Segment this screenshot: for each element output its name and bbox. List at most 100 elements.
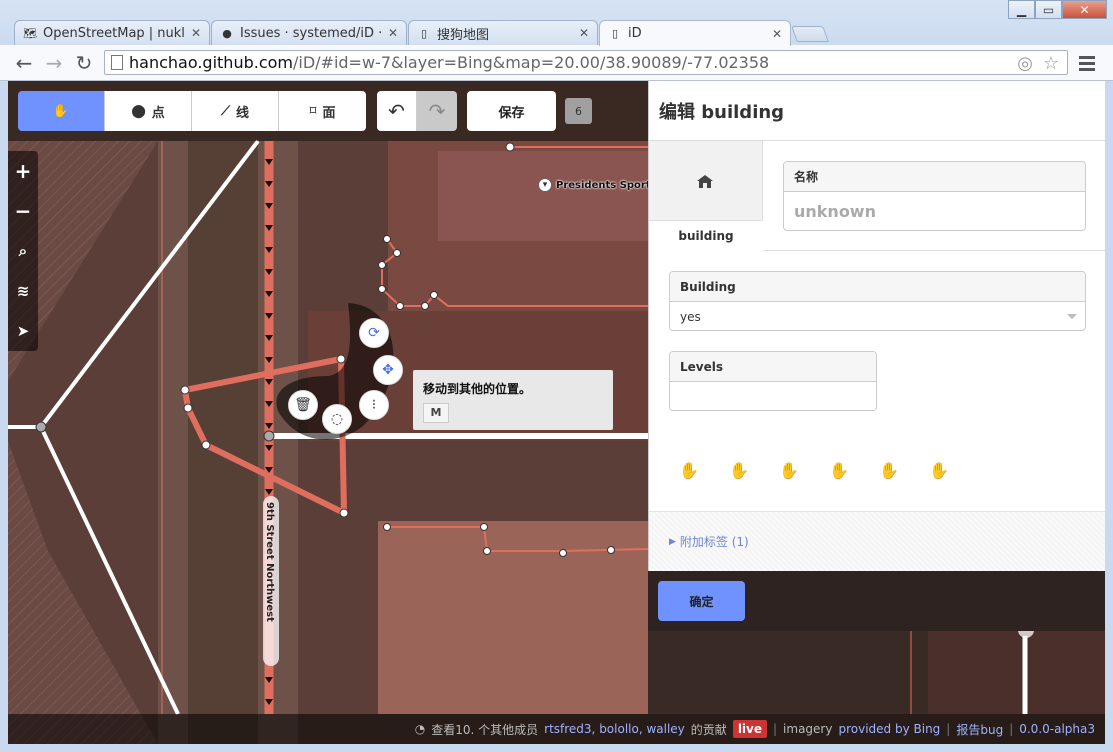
- browser-tab-osm[interactable]: 🗺 OpenStreetMap | nukle ✕: [14, 20, 210, 45]
- page-icon: [111, 55, 123, 70]
- close-tab-icon[interactable]: ✕: [579, 26, 589, 40]
- line-icon: ⟋: [220, 103, 231, 119]
- address-toolbar: ← → ↻ hanchao.github.com/iD/#id=w-7&laye…: [0, 45, 1113, 81]
- divider: |: [1009, 722, 1014, 736]
- osm-favicon-icon: 🗺: [23, 26, 37, 40]
- maximize-icon[interactable]: ▭: [1035, 0, 1062, 19]
- poi-name: Presidents Sports: [556, 179, 657, 191]
- hand-icon: ✋: [679, 461, 699, 480]
- close-tab-icon[interactable]: ✕: [191, 26, 201, 40]
- browser-menu-icon[interactable]: [1076, 52, 1098, 74]
- rotate-icon[interactable]: ⟳: [359, 318, 389, 348]
- inspector-footer: 确定: [648, 571, 1105, 631]
- browser-tab-issues[interactable]: ● Issues · systemed/iD · G ✕: [211, 20, 407, 45]
- new-tab-button[interactable]: [791, 26, 829, 42]
- preset-label: building: [649, 220, 763, 251]
- back-arrow-icon[interactable]: ←: [12, 51, 36, 75]
- redo-icon: ↷: [428, 99, 446, 123]
- chevron-down-icon: [1067, 314, 1077, 319]
- version-link[interactable]: 0.0.0-alpha3: [1019, 722, 1095, 736]
- save-button[interactable]: 保存: [467, 91, 556, 131]
- ok-button[interactable]: 确定: [658, 581, 745, 621]
- page-favicon-icon: ▯: [420, 26, 428, 40]
- add-line-button[interactable]: ⟋ 线: [192, 91, 279, 131]
- disconnect-icon[interactable]: ⁝: [359, 390, 389, 420]
- imagery-prefix: imagery: [783, 722, 833, 736]
- tooltip-shortcut-key: M: [423, 403, 449, 423]
- geolocate-icon[interactable]: ➤: [8, 311, 38, 351]
- browser-tab-id[interactable]: ▯ iD ✕: [599, 20, 791, 46]
- hand-icon: ✋: [879, 461, 899, 480]
- divider: |: [946, 722, 951, 736]
- search-icon[interactable]: ⌕: [8, 231, 38, 271]
- delete-trash-icon[interactable]: 🗑: [288, 390, 318, 420]
- address-bar[interactable]: hanchao.github.com/iD/#id=w-7&layer=Bing…: [104, 50, 1068, 75]
- map-controls: + − ⌕ ≋ ➤: [8, 151, 38, 351]
- add-point-label: 点: [151, 105, 165, 121]
- report-bug-link[interactable]: 报告bug: [956, 721, 1003, 738]
- add-point-button[interactable]: ⬤ 点: [105, 91, 192, 131]
- close-tab-icon[interactable]: ✕: [388, 26, 398, 40]
- live-badge: live: [732, 720, 767, 738]
- browser-tab-sogou[interactable]: ▯ 搜狗地图 ✕: [408, 20, 598, 45]
- divider: |: [773, 722, 778, 736]
- inspector-title: 编辑 building: [649, 81, 1105, 141]
- preset-button[interactable]: building: [649, 141, 763, 251]
- triangle-right-icon: ▶: [669, 536, 676, 547]
- add-area-button[interactable]: ⌑ 面: [279, 91, 366, 131]
- hand-icon: ✋: [829, 461, 849, 480]
- building-icon: [697, 175, 713, 188]
- imagery-provider-link[interactable]: provided by Bing: [838, 722, 940, 736]
- map-canvas[interactable]: ✋ ⬤ 点 ⟋ 线 ⌑ 面 ↶ ↷ 保存 6 + − ⌕ ≋ ➤ ▾ Presi…: [8, 81, 1105, 744]
- area-icon: ⌑: [309, 103, 317, 119]
- undo-button[interactable]: ↶: [377, 91, 417, 131]
- feature-inspector: 编辑 building building 名称 unknown Building…: [648, 81, 1105, 631]
- mode-buttons: ✋ ⬤ 点 ⟋ 线 ⌑ 面: [18, 91, 366, 131]
- levels-field: Levels: [669, 351, 877, 411]
- layers-icon[interactable]: ≋: [8, 271, 38, 311]
- hand-icons-row: ✋ ✋ ✋ ✋ ✋ ✋: [679, 461, 949, 480]
- forward-arrow-icon[interactable]: →: [42, 51, 66, 75]
- undo-icon: ↶: [388, 99, 405, 123]
- name-field-label: 名称: [784, 162, 1085, 192]
- store-pin-icon: ▾: [538, 178, 552, 192]
- additional-tags-toggle[interactable]: ▶ 附加标签 (1): [649, 511, 1105, 571]
- url-path: /iD/#id=w-7&layer=Bing&map=20.00/38.9008…: [293, 53, 770, 72]
- street-label: 9th Street Northwest: [263, 496, 279, 666]
- close-window-icon[interactable]: ✕: [1062, 0, 1107, 19]
- browse-mode-button[interactable]: ✋: [18, 91, 105, 131]
- tab-title: OpenStreetMap | nukle: [43, 25, 185, 41]
- radial-menu: ⟳ ✥ ⁝ ◌ 🗑: [278, 301, 418, 446]
- tab-title: Issues · systemed/iD · G: [240, 25, 382, 41]
- levels-input[interactable]: [670, 382, 876, 410]
- reload-icon[interactable]: ↻: [72, 51, 96, 75]
- name-field: 名称 unknown: [783, 161, 1086, 231]
- preset-section: building 名称 unknown: [649, 141, 1105, 251]
- building-select[interactable]: yes: [670, 302, 1085, 330]
- hand-icon: ✋: [779, 461, 799, 480]
- street-name: 9th Street Northwest: [264, 502, 275, 622]
- save-count-badge: 6: [565, 98, 592, 124]
- window-controls: ▁ ▭ ✕: [1008, 0, 1107, 19]
- editor-toolbar: ✋ ⬤ 点 ⟋ 线 ⌑ 面 ↶ ↷ 保存 6: [8, 81, 648, 141]
- building-select-value: yes: [680, 309, 701, 324]
- page-favicon-icon: ▯: [611, 27, 619, 40]
- history-icon: ◔: [414, 722, 426, 736]
- name-input[interactable]: unknown: [784, 192, 1085, 230]
- browser-chrome: 🗺 OpenStreetMap | nukle ✕ ● Issues · sys…: [0, 0, 1113, 81]
- redo-button[interactable]: ↷: [417, 91, 457, 131]
- contributors-link[interactable]: rtsfred3, bolollo, walley: [544, 722, 685, 736]
- tooltip-text: 移动到其他的位置。: [423, 382, 532, 396]
- close-tab-icon[interactable]: ✕: [772, 27, 782, 41]
- add-line-label: 线: [236, 105, 250, 121]
- location-target-icon[interactable]: ◎: [1017, 53, 1033, 74]
- zoom-in-icon[interactable]: +: [8, 151, 38, 191]
- move-icon[interactable]: ✥: [373, 355, 403, 385]
- zoom-out-icon[interactable]: −: [8, 191, 38, 231]
- bookmark-star-icon[interactable]: ☆: [1043, 53, 1059, 74]
- minimize-icon[interactable]: ▁: [1008, 0, 1035, 19]
- circularize-icon[interactable]: ◌: [322, 404, 352, 434]
- building-field-label: Building: [670, 272, 1085, 302]
- poi-label[interactable]: ▾ Presidents Sports: [538, 178, 657, 192]
- building-field: Building yes: [669, 271, 1086, 331]
